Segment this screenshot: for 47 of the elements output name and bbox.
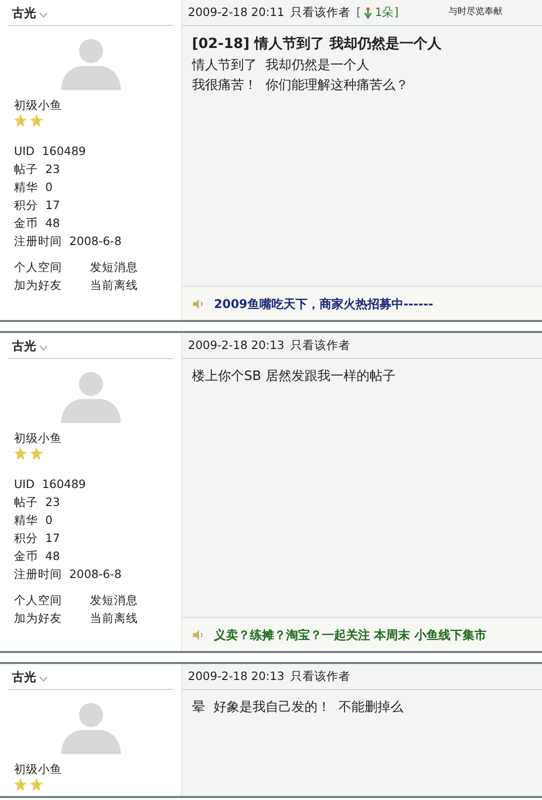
profile-link[interactable]: 发短消息	[90, 258, 138, 276]
stat-text: 精华 0	[14, 179, 54, 196]
post-date: 2009-2-18 20:13	[188, 668, 284, 685]
author-only-link[interactable]: 只看该作者	[290, 4, 350, 22]
author-name[interactable]: 古光	[12, 4, 36, 22]
user-rank: 初级小鱼	[14, 97, 63, 114]
user-rank: 初级小鱼	[14, 430, 63, 447]
post-text: 晕 好象是我自己发的！ 不能删掉么	[192, 699, 405, 717]
signature-link[interactable]: 义卖？练摊？淘宝？一起关注 本周末 小鱼线下集市	[214, 626, 486, 644]
stat-text: 注册时间 2008-6-8	[14, 566, 123, 583]
stat-text: 金币 48	[14, 548, 61, 565]
post-text: 我很痛苦！ 你们能理解这种痛苦么？	[192, 77, 410, 95]
post-date: 2009-2-18 20:11	[188, 4, 284, 21]
profile-link[interactable]: 发短消息	[90, 591, 138, 609]
stat-text: 注册时间 2008-6-8	[14, 233, 123, 250]
post-text: 情人节到了 我却仍然是一个人	[192, 57, 370, 75]
author-only-link[interactable]: 只看该作者	[290, 668, 350, 686]
stat-text: 积分 17	[14, 197, 61, 214]
note-text: 与时尽览奉献	[448, 6, 503, 19]
user-rank: 初级小鱼	[14, 761, 63, 778]
caret-icon	[39, 344, 48, 350]
stat-text: UID 160489	[14, 143, 87, 160]
flower-link[interactable]: [ 1朵]	[356, 4, 399, 22]
stat-text: 精华 0	[14, 512, 54, 529]
profile-link[interactable]: 加为好友	[14, 276, 62, 294]
flower-icon	[362, 6, 373, 18]
speaker-icon	[192, 298, 204, 310]
speaker-icon	[192, 628, 204, 640]
caret-icon	[39, 12, 48, 18]
profile-link[interactable]: 当前离线	[90, 609, 138, 627]
profile-link[interactable]: 加为好友	[14, 609, 62, 627]
stat-text: 帖子 23	[14, 494, 61, 511]
stat-text: 金币 48	[14, 215, 61, 232]
post-date: 2009-2-18 20:13	[188, 336, 284, 354]
stat-text: 积分 17	[14, 530, 61, 547]
author-name[interactable]: 古光	[12, 336, 36, 354]
post-title: [02-18] 情人节到了 我却仍然是一个人	[192, 35, 442, 54]
author-only-link[interactable]: 只看该作者	[290, 336, 350, 354]
profile-link[interactable]: 个人空间	[14, 258, 62, 276]
profile-link[interactable]: 当前离线	[90, 276, 138, 294]
stat-text: UID 160489	[14, 476, 87, 493]
caret-icon	[39, 676, 48, 682]
post-text: 楼上你个SB 居然发跟我一样的帖子	[192, 368, 396, 386]
profile-link[interactable]: 个人空间	[14, 591, 62, 609]
signature-link[interactable]: 2009鱼嘴吃天下，商家火热招募中------	[214, 294, 434, 312]
author-name[interactable]: 古光	[12, 668, 36, 686]
stat-text: 帖子 23	[14, 161, 61, 178]
